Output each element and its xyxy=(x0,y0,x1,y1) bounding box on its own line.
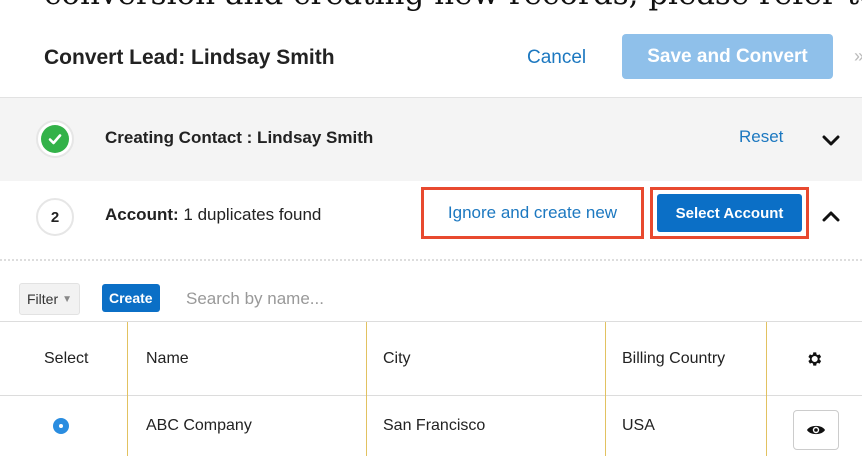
table-header-row: Select Name City Billing Country xyxy=(0,322,862,395)
column-header-select: Select xyxy=(44,349,89,367)
preview-button[interactable] xyxy=(793,410,839,450)
column-separator xyxy=(605,322,606,456)
ignore-and-create-new-button[interactable]: Ignore and create new xyxy=(448,203,617,223)
filter-toolbar: Filter ▼ Create xyxy=(0,263,862,322)
row-select-radio[interactable] xyxy=(54,396,84,456)
account-panel-title: Account: 1 duplicates found xyxy=(105,205,321,225)
cell-billing-country: USA xyxy=(622,417,655,434)
check-icon xyxy=(41,125,69,153)
step-number: 2 xyxy=(50,208,60,226)
step-number-badge: 2 xyxy=(36,198,74,236)
column-header-name[interactable]: Name xyxy=(146,322,356,395)
chevron-down-icon[interactable] xyxy=(822,134,840,152)
table-row[interactable]: ABC Company San Francisco USA xyxy=(0,396,862,456)
page-title: Convert Lead: Lindsay Smith xyxy=(44,46,335,69)
column-separator xyxy=(127,322,128,456)
column-separator xyxy=(766,322,767,456)
ignore-highlight-box: Ignore and create new xyxy=(421,187,644,239)
cancel-button[interactable]: Cancel xyxy=(527,47,586,69)
select-account-button[interactable]: Select Account xyxy=(657,194,802,232)
reset-button[interactable]: Reset xyxy=(739,127,783,147)
search-input[interactable] xyxy=(186,285,486,313)
account-label: Account: xyxy=(105,205,179,224)
doc-snippet-text: conversion and creating new records, ple… xyxy=(44,0,862,12)
select-highlight-box: Select Account xyxy=(650,187,809,239)
column-separator xyxy=(366,322,367,456)
eye-icon xyxy=(807,425,825,435)
gear-icon[interactable] xyxy=(805,322,829,395)
save-and-convert-button[interactable]: Save and Convert xyxy=(622,34,833,79)
create-button[interactable]: Create xyxy=(102,284,160,312)
contact-panel-title: Creating Contact : Lindsay Smith xyxy=(105,128,374,147)
contact-panel-header[interactable]: Creating Contact : Lindsay Smith Reset xyxy=(0,97,862,182)
step-complete-badge xyxy=(36,120,74,158)
column-header-city[interactable]: City xyxy=(383,322,593,395)
cell-name: ABC Company xyxy=(146,417,252,434)
close-icon[interactable]: » xyxy=(854,46,862,67)
filter-button[interactable]: Filter ▼ xyxy=(19,283,81,315)
radio-selected-icon xyxy=(54,419,68,433)
column-header-billing-country[interactable]: Billing Country xyxy=(622,322,762,395)
cell-city: San Francisco xyxy=(383,417,486,434)
convert-lead-header: Convert Lead: Lindsay Smith Cancel Save … xyxy=(0,24,862,97)
caret-down-icon: ▼ xyxy=(62,293,73,305)
filter-label: Filter xyxy=(27,291,59,307)
chevron-up-icon[interactable] xyxy=(822,209,840,227)
account-panel-header[interactable]: 2 Account: 1 duplicates found Ignore and… xyxy=(0,181,862,261)
duplicates-count-text: 1 duplicates found xyxy=(178,205,322,224)
